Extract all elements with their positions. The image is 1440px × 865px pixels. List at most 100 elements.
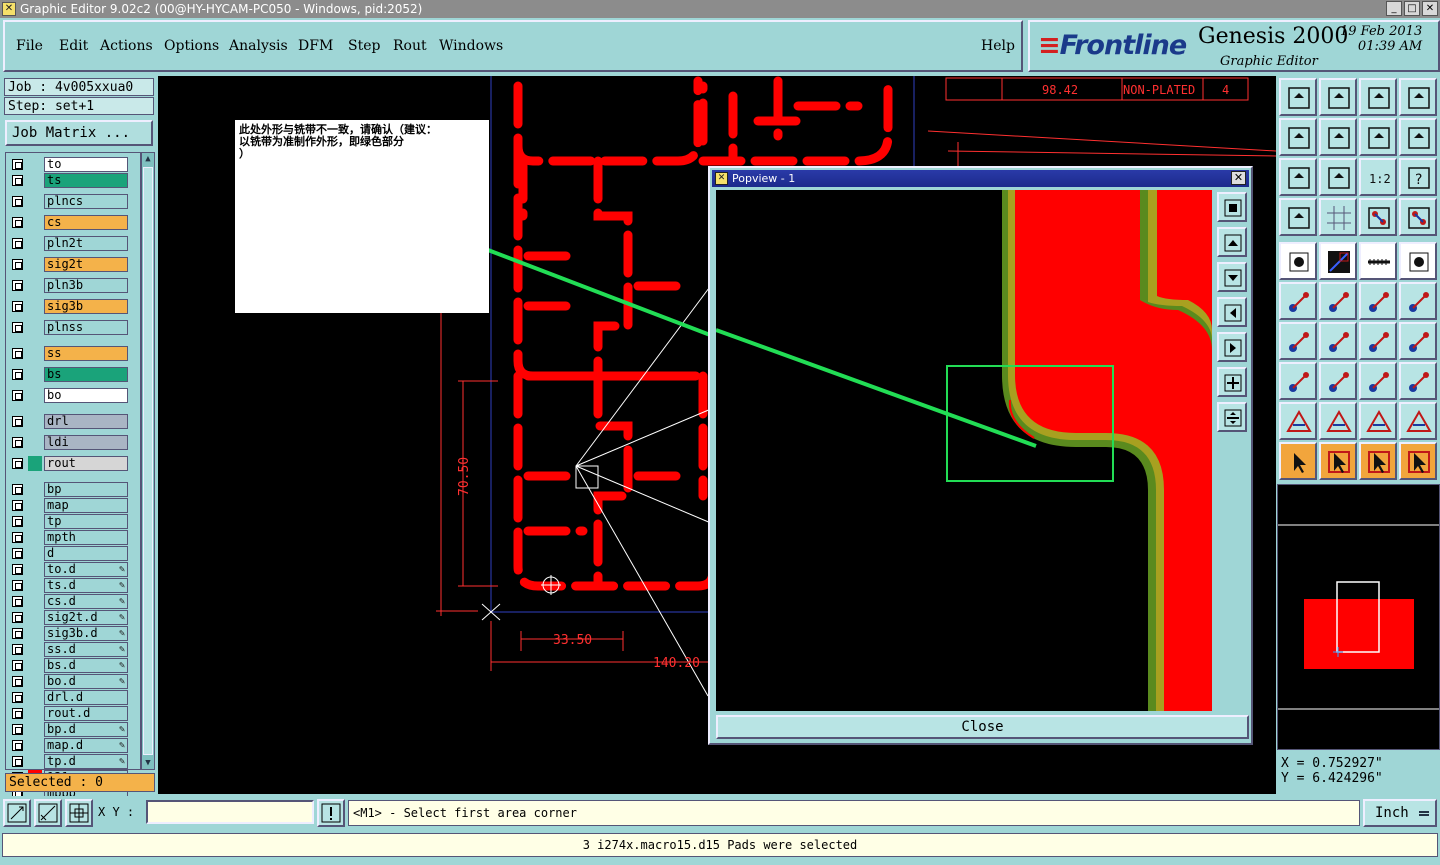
layer-row-cs[interactable]: cs (8, 215, 128, 230)
menu-help[interactable]: Help (981, 38, 1015, 54)
layer-name[interactable]: plnss (44, 320, 128, 335)
scroll-down-icon[interactable]: ▼ (142, 757, 154, 769)
circle-group-button[interactable] (1399, 362, 1437, 400)
layer-row-to-d[interactable]: to.d ✎ (8, 562, 128, 577)
mirror-button[interactable] (1399, 118, 1437, 156)
layer-row-sig3b-d[interactable]: sig3b.d ✎ (8, 626, 128, 641)
layer-name[interactable]: rout.d (44, 706, 128, 721)
popview-pan-up-button[interactable] (1217, 227, 1247, 257)
layer-checkbox[interactable] (12, 724, 23, 735)
route-2-button[interactable] (1399, 282, 1437, 320)
popview-titlebar[interactable]: ✕ Popview - 1 ✕ (712, 170, 1249, 187)
layer-checkbox[interactable] (12, 159, 23, 170)
layer-row-pln2t[interactable]: pln2t (8, 236, 128, 251)
layer-row-bs[interactable]: bs (8, 367, 128, 382)
fit-all-button[interactable] (1279, 158, 1317, 196)
layer-checkbox[interactable] (12, 532, 23, 543)
layer-row-map-d[interactable]: map.d ✎ (8, 738, 128, 753)
layer-checkbox[interactable] (12, 458, 23, 469)
popview-close-x-button[interactable]: ✕ (1231, 171, 1246, 185)
layer-checkbox[interactable] (12, 484, 23, 495)
menu-step[interactable]: Step (348, 38, 380, 54)
popview-pan-right-button[interactable] (1217, 332, 1247, 362)
popview-close-button[interactable]: Close (716, 715, 1249, 739)
popview-zoom-home-button[interactable] (1217, 192, 1247, 222)
layers-red-2-button[interactable] (1399, 198, 1437, 236)
layer-checkbox[interactable] (12, 628, 23, 639)
popview-canvas[interactable] (716, 190, 1212, 711)
layer-checkbox[interactable] (12, 175, 23, 186)
layer-name[interactable]: plncs (44, 194, 128, 209)
layer-name[interactable]: pln2t (44, 236, 128, 251)
layer-name[interactable]: sig2t.d ✎ (44, 610, 128, 625)
rotate-button[interactable] (1359, 118, 1397, 156)
popview-pan-left-button[interactable] (1217, 297, 1247, 327)
layer-row-bo-d[interactable]: bo.d ✎ (8, 674, 128, 689)
layer-name[interactable]: bp.d ✎ (44, 722, 128, 737)
layer-name[interactable]: sig3b (44, 299, 128, 314)
layer-name[interactable]: bs.d ✎ (44, 658, 128, 673)
grid-button[interactable] (1319, 198, 1357, 236)
layer-row-sig3b[interactable]: sig3b (8, 299, 128, 314)
pointer-route-button[interactable] (1399, 442, 1437, 480)
layer-checkbox[interactable] (12, 580, 23, 591)
popview-zoom-out-button[interactable] (1217, 402, 1247, 432)
maximize-button[interactable]: □ (1404, 1, 1420, 16)
layer-row-ts-d[interactable]: ts.d ✎ (8, 578, 128, 593)
layer-row-sig2t-d[interactable]: sig2t.d ✎ (8, 610, 128, 625)
layer-checkbox[interactable] (12, 548, 23, 559)
layer-name[interactable]: ts.d ✎ (44, 578, 128, 593)
minimap[interactable] (1277, 484, 1440, 750)
layer-row-ldi[interactable]: ldi (8, 435, 128, 450)
layer-row-d[interactable]: d (8, 546, 128, 561)
layer-name[interactable]: bo.d ✎ (44, 674, 128, 689)
cross-button[interactable] (1319, 282, 1357, 320)
close-window-button[interactable]: ✕ (1422, 1, 1438, 16)
layer-checkbox[interactable] (12, 369, 23, 380)
zoom-home-button[interactable] (1279, 78, 1317, 116)
menu-analysis[interactable]: Analysis (229, 38, 288, 54)
layer-checkbox[interactable] (12, 692, 23, 703)
settings-button[interactable] (1279, 198, 1317, 236)
menu-dfm[interactable]: DFM (298, 38, 333, 54)
home-button[interactable] (1359, 78, 1397, 116)
menu-actions[interactable]: Actions (100, 38, 153, 54)
layer-row-drl-d[interactable]: drl.d (8, 690, 128, 705)
triangle-button[interactable] (1279, 402, 1317, 440)
triangle-2-button[interactable] (1319, 402, 1357, 440)
layer-row-cs-d[interactable]: cs.d ✎ (8, 594, 128, 609)
layer-checkbox[interactable] (12, 280, 23, 291)
layer-name[interactable]: rout (44, 456, 128, 471)
zoom-center-button[interactable] (1319, 158, 1357, 196)
layer-row-bp-d[interactable]: bp.d ✎ (8, 722, 128, 737)
layer-name[interactable]: sig3b.d ✎ (44, 626, 128, 641)
layers-red-button[interactable] (1359, 198, 1397, 236)
layer-name[interactable]: map.d ✎ (44, 738, 128, 753)
layer-checkbox[interactable] (12, 500, 23, 511)
flip-button[interactable] (1399, 322, 1437, 360)
layer-checkbox[interactable] (12, 516, 23, 527)
layer-name[interactable]: tp.d ✎ (44, 754, 128, 769)
popview-zoom-in-button[interactable] (1217, 367, 1247, 397)
pointer-button[interactable] (1279, 442, 1317, 480)
layer-name[interactable]: drl.d (44, 690, 128, 705)
select-line-button[interactable] (1319, 242, 1357, 280)
menu-rout[interactable]: Rout (393, 38, 427, 54)
layer-name[interactable]: bp (44, 482, 128, 497)
layer-name[interactable]: sig2t (44, 257, 128, 272)
layer-row-tp-d[interactable]: tp.d ✎ (8, 754, 128, 769)
help-button[interactable]: ? (1399, 158, 1437, 196)
layer-row-ts[interactable]: ts (8, 173, 128, 188)
layer-row-tp[interactable]: tp (8, 514, 128, 529)
layer-name[interactable]: ss (44, 346, 128, 361)
triangle-3-button[interactable] (1359, 402, 1397, 440)
menu-windows[interactable]: Windows (439, 38, 503, 54)
layer-checkbox[interactable] (12, 676, 23, 687)
layer-name[interactable]: bo (44, 388, 128, 403)
layer-checkbox[interactable] (12, 416, 23, 427)
alert-button[interactable] (317, 799, 345, 827)
trace-button[interactable] (1319, 362, 1357, 400)
layer-row-pln3b[interactable]: pln3b (8, 278, 128, 293)
unit-select[interactable]: Inch (1363, 799, 1437, 827)
layer-row-mpth[interactable]: mpth (8, 530, 128, 545)
